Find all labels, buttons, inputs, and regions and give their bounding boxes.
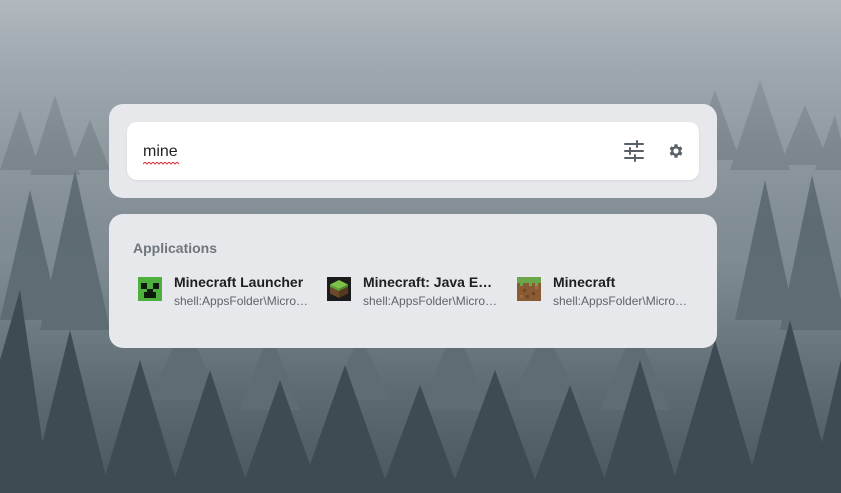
search-input[interactable]: [143, 140, 593, 164]
result-path: shell:AppsFolder\Microsoft.4297127D64EC6…: [363, 294, 499, 308]
filter-button[interactable]: [623, 140, 645, 162]
dirt-block-icon: [517, 277, 541, 301]
result-path: shell:AppsFolder\Microsoft.MinecraftUWP_…: [553, 294, 689, 308]
result-name: Minecraft Launcher: [174, 274, 304, 290]
search-box: [127, 122, 699, 180]
creeper-icon: [138, 277, 162, 301]
result-name: Minecraft: Java Edition: [363, 274, 499, 290]
section-title: Applications: [133, 240, 218, 256]
result-item-minecraft-launcher[interactable]: Minecraft Launcher shell:AppsFolder\Micr…: [133, 270, 315, 310]
results-panel: Applications Minecraft Launcher shell:Ap…: [109, 214, 717, 348]
grass-block-icon: [327, 277, 351, 301]
result-name: Minecraft: [553, 274, 616, 290]
result-item-minecraft[interactable]: Minecraft shell:AppsFolder\Microsoft.Min…: [512, 270, 694, 310]
settings-button[interactable]: [667, 142, 685, 160]
result-item-minecraft-java-edition[interactable]: Minecraft: Java Edition shell:AppsFolder…: [322, 270, 504, 310]
sliders-icon: [624, 140, 644, 162]
result-path: shell:AppsFolder\Microsoft.4297127D64EC6…: [174, 294, 310, 308]
gear-icon: [669, 144, 683, 158]
spellcheck-underline: [143, 162, 179, 165]
search-panel: [109, 104, 717, 198]
